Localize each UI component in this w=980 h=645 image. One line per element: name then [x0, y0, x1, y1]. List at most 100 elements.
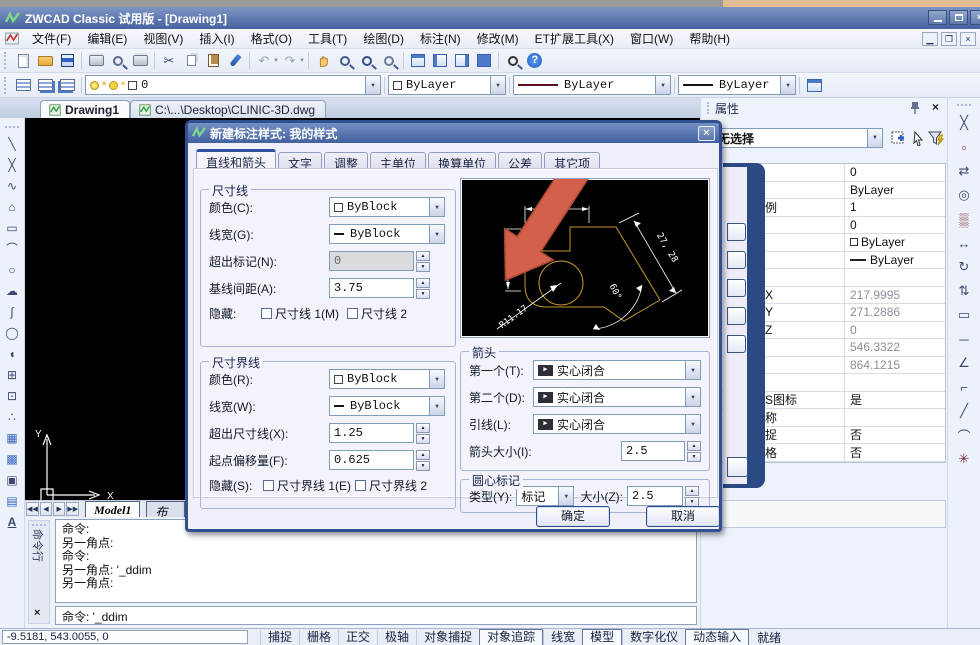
trim-icon[interactable]: ─ — [953, 327, 975, 351]
make-block-icon[interactable]: ⊡ — [2, 385, 23, 406]
toggle-pickadd-icon[interactable] — [927, 128, 945, 148]
color-combobox[interactable]: ByLayer ▼ — [388, 75, 506, 95]
command-input[interactable]: 命令: '_ddim — [55, 606, 697, 625]
layer-combobox[interactable]: ☀ ☀ 0 ▼ — [85, 75, 381, 95]
doc-tab-drawing1[interactable]: Drawing1 — [40, 100, 130, 118]
first-arrowhead-combobox[interactable]: ▶实心闭合▼ — [533, 360, 701, 380]
revision-cloud-icon[interactable]: ☁ — [2, 280, 23, 301]
scale-icon[interactable]: ⇅ — [953, 279, 975, 303]
chamfer-icon[interactable]: ╱ — [953, 399, 975, 423]
extline-color-combobox[interactable]: ByBlock▼ — [329, 369, 445, 389]
toggle-ortho[interactable]: 正交 — [338, 630, 377, 645]
redo-icon[interactable]: ↷ — [279, 51, 301, 71]
calculator-icon[interactable] — [803, 75, 825, 95]
cancel-button[interactable]: 取消 — [646, 506, 720, 527]
chevron-down-icon[interactable]: ▼ — [365, 76, 380, 94]
format-painter-icon[interactable] — [224, 51, 246, 71]
line-icon[interactable]: ╲ — [2, 133, 23, 154]
extend-beyond-dimlines-spinner[interactable]: 1.25▲▼ — [329, 423, 430, 443]
chevron-down-icon[interactable]: ▼ — [655, 76, 670, 94]
last-tab-arrow[interactable]: ▶▶ — [66, 502, 79, 516]
command-panel-handle[interactable]: 命令行 × — [28, 520, 50, 624]
cut-icon[interactable]: ✂ — [158, 51, 180, 71]
select-objects-icon[interactable] — [909, 128, 927, 148]
mdi-restore-button[interactable]: ❐ — [941, 32, 957, 46]
maximize-button[interactable] — [949, 10, 968, 25]
pin-icon[interactable] — [909, 101, 921, 114]
polyline-icon[interactable]: ∿ — [2, 175, 23, 196]
chevron-down-icon[interactable]: ▼ — [780, 76, 795, 94]
ellipse-arc-icon[interactable]: ◖ — [2, 343, 23, 364]
find-icon[interactable] — [502, 51, 524, 71]
extend-icon[interactable]: ∠ — [953, 351, 975, 375]
print-icon[interactable] — [85, 51, 107, 71]
menu-edit[interactable]: 编辑(E) — [79, 28, 135, 49]
array-icon[interactable]: ▒ — [953, 207, 975, 231]
quick-calc-icon[interactable] — [473, 51, 495, 71]
second-arrowhead-combobox[interactable]: ▶实心闭合▼ — [533, 387, 701, 407]
prev-tab-arrow[interactable]: ◀ — [40, 502, 52, 516]
region-icon[interactable]: ▣ — [2, 469, 23, 490]
suppress-extline1-checkbox[interactable] — [263, 480, 274, 491]
suppress-extline2-checkbox[interactable] — [355, 480, 366, 491]
break-icon[interactable]: ⌐ — [953, 375, 975, 399]
center-mark-size-spinner[interactable]: 2.5▲▼ — [627, 486, 699, 506]
close-button[interactable]: × — [970, 10, 980, 25]
toggle-snap[interactable]: 捕捉 — [260, 630, 299, 645]
new-file-icon[interactable] — [12, 51, 34, 71]
toggle-lineweight[interactable]: 线宽 — [543, 630, 582, 645]
tool-palettes-icon[interactable] — [429, 51, 451, 71]
ellipse-icon[interactable]: ◯ — [2, 322, 23, 343]
toggle-otrack[interactable]: 对象追踪 — [479, 629, 543, 645]
center-mark-type-combobox[interactable]: 标记▼ — [516, 486, 574, 506]
menu-draw[interactable]: 绘图(D) — [355, 28, 412, 49]
table-icon[interactable]: ▤ — [2, 490, 23, 511]
tab-model[interactable]: Model1 — [85, 501, 140, 517]
menu-window[interactable]: 窗口(W) — [622, 28, 681, 49]
redo-dropdown-icon[interactable]: ▼ — [299, 58, 305, 64]
hatch-icon[interactable]: ▦ — [2, 427, 23, 448]
properties-palette-icon[interactable] — [407, 51, 429, 71]
open-file-icon[interactable] — [34, 51, 56, 71]
first-tab-arrow[interactable]: ◀◀ — [26, 502, 39, 516]
lineweight-combobox[interactable]: ByLayer ▼ — [678, 75, 796, 95]
offset-from-origin-spinner[interactable]: 0.625▲▼ — [329, 450, 430, 470]
dimline-lineweight-combobox[interactable]: ByBlock▼ — [329, 224, 445, 244]
copy-object-icon[interactable]: ▫ — [953, 135, 975, 159]
menu-insert[interactable]: 插入(I) — [191, 28, 242, 49]
menu-modify[interactable]: 修改(M) — [469, 28, 527, 49]
chevron-down-icon[interactable]: ▼ — [867, 129, 882, 147]
suppress-dimline2-checkbox[interactable] — [347, 308, 358, 319]
menu-view[interactable]: 视图(V) — [135, 28, 191, 49]
menu-format[interactable]: 格式(O) — [243, 28, 300, 49]
offset-icon[interactable]: ◎ — [953, 183, 975, 207]
layer-states-icon[interactable] — [34, 75, 56, 95]
move-icon[interactable]: ↔ — [953, 231, 975, 255]
toggle-tablet[interactable]: 数字化仪 — [622, 630, 685, 645]
dialog-close-icon[interactable]: ✕ — [698, 126, 715, 141]
mdi-minimize-button[interactable]: ▁ — [922, 32, 938, 46]
copy-icon[interactable] — [180, 51, 202, 71]
publish-icon[interactable] — [129, 51, 151, 71]
zoom-realtime-icon[interactable] — [334, 51, 356, 71]
fillet-icon[interactable]: ⌒ — [953, 423, 975, 447]
mtext-icon[interactable]: A — [2, 511, 23, 532]
sheet-set-icon[interactable] — [451, 51, 473, 71]
linetype-combobox[interactable]: ByLayer ▼ — [513, 75, 671, 95]
arrow-size-spinner[interactable]: 2.5▲▼ — [621, 441, 701, 461]
help-icon[interactable]: ? — [524, 51, 546, 71]
point-icon[interactable]: ∴ — [2, 406, 23, 427]
stretch-icon[interactable]: ▭ — [953, 303, 975, 327]
construction-line-icon[interactable]: ╳ — [2, 154, 23, 175]
mdi-close-button[interactable]: × — [960, 32, 976, 46]
insert-block-icon[interactable]: ⊞ — [2, 364, 23, 385]
save-icon[interactable] — [56, 51, 78, 71]
baseline-spacing-spinner[interactable]: 3.75▲▼ — [329, 278, 430, 298]
menu-express-tools[interactable]: ET扩展工具(X) — [527, 28, 622, 49]
tab-layout[interactable]: 布局 — [146, 501, 185, 517]
toggle-grid[interactable]: 栅格 — [299, 630, 338, 645]
menu-dimension[interactable]: 标注(N) — [412, 28, 469, 49]
pan-icon[interactable] — [312, 51, 334, 71]
leader-arrowhead-combobox[interactable]: ▶实心闭合▼ — [533, 414, 701, 434]
spline-icon[interactable]: ∫ — [2, 301, 23, 322]
